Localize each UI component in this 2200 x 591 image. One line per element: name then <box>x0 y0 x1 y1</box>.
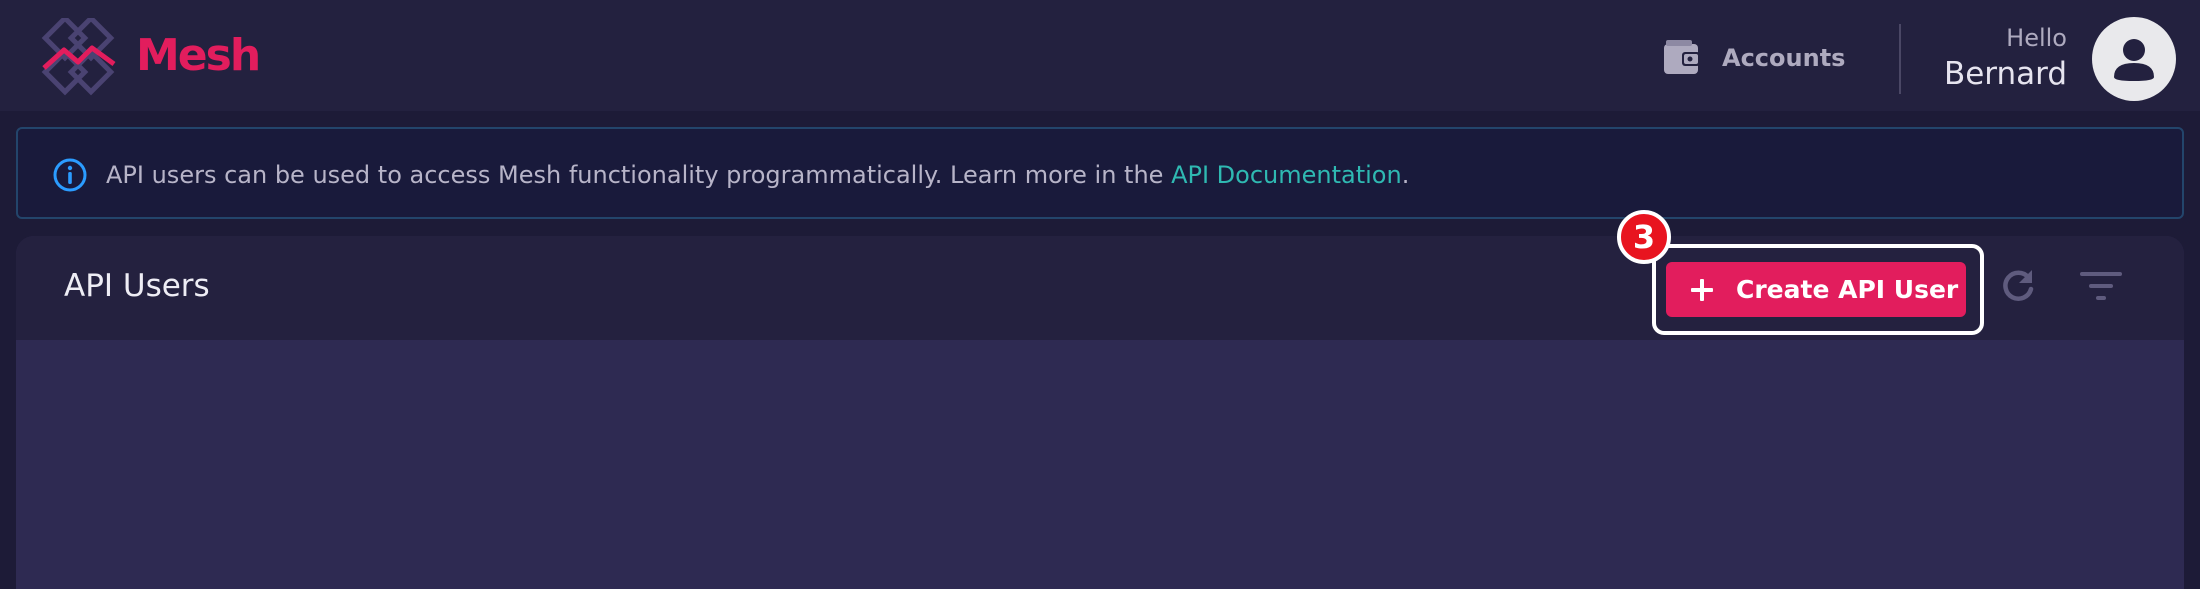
info-icon <box>53 158 87 192</box>
step-badge: 3 <box>1617 210 1671 264</box>
top-header: Mesh Accounts Hello Bernard <box>0 0 2200 111</box>
api-documentation-link[interactable]: API Documentation <box>1171 161 1402 189</box>
greeting-text: Hello <box>2006 24 2067 52</box>
user-avatar[interactable] <box>2092 17 2176 101</box>
app-window: Mesh Accounts Hello Bernard API users ca… <box>0 0 2200 589</box>
plus-icon <box>1691 278 1713 301</box>
page-title: API Users <box>64 268 210 304</box>
accounts-label: Accounts <box>1722 44 1846 72</box>
create-api-user-label: Create API User <box>1736 275 1959 304</box>
info-banner: API users can be used to access Mesh fun… <box>16 127 2184 219</box>
panel-header: API Users Create API User <box>16 236 2184 340</box>
wallet-icon <box>1664 40 1700 74</box>
create-api-user-button[interactable]: Create API User <box>1666 262 1966 317</box>
mesh-logo-icon[interactable] <box>36 18 120 100</box>
username-text: Bernard <box>1943 56 2067 92</box>
refresh-icon[interactable] <box>1996 264 2040 308</box>
brand-name[interactable]: Mesh <box>136 30 261 82</box>
filter-icon[interactable] <box>2080 268 2122 304</box>
accounts-button[interactable]: Accounts <box>1662 36 1845 80</box>
info-banner-text: API users can be used to access Mesh fun… <box>106 157 1409 193</box>
user-avatar-icon <box>2114 39 2154 81</box>
header-divider <box>1899 24 1901 94</box>
info-banner-message: API users can be used to access Mesh fun… <box>106 161 1172 189</box>
info-banner-suffix: . <box>1401 161 1410 189</box>
api-users-panel: API Users Create API User <box>16 236 2184 589</box>
